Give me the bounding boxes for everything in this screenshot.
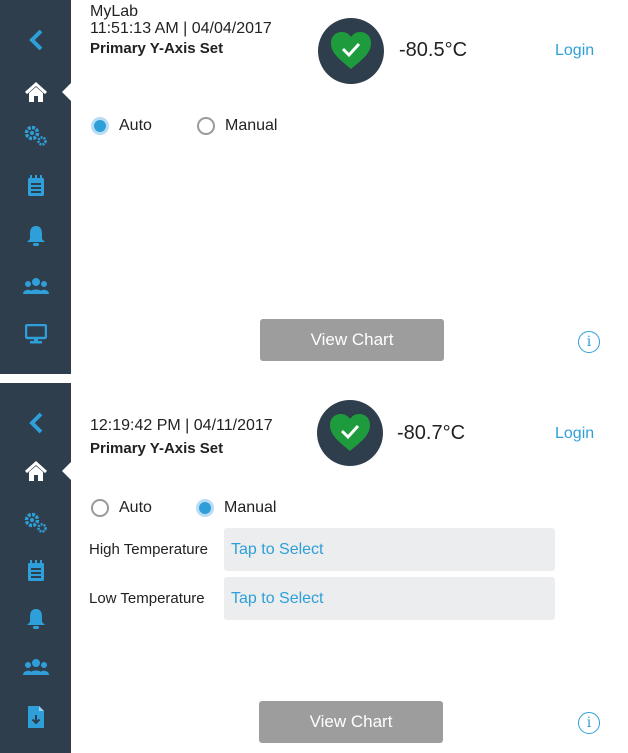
- users-icon[interactable]: [0, 647, 71, 687]
- radio-manual-dot: [196, 499, 214, 517]
- screen-manual-mode: 12:19:42 PM | 04/11/2017 Primary Y-Axis …: [0, 383, 628, 753]
- settings-gears-icon[interactable]: [0, 116, 71, 156]
- high-temperature-field[interactable]: Tap to Select: [224, 528, 555, 571]
- timestamp: 11:51:13 AM | 04/04/2017: [90, 20, 272, 37]
- home-icon[interactable]: [0, 72, 71, 112]
- export-file-icon[interactable]: [0, 697, 71, 737]
- login-link[interactable]: Login: [555, 425, 594, 443]
- alarm-bell-icon[interactable]: [0, 599, 71, 639]
- axis-set-title: Primary Y-Axis Set: [90, 440, 224, 457]
- view-chart-button[interactable]: View Chart: [259, 701, 443, 743]
- status-indicator: [318, 18, 384, 84]
- home-icon[interactable]: [0, 451, 71, 491]
- radio-auto[interactable]: Auto: [91, 117, 152, 135]
- radio-auto-dot: [91, 499, 109, 517]
- radio-manual-dot: [197, 117, 215, 135]
- low-temperature-label: Low Temperature: [89, 590, 205, 607]
- temperature-reading: -80.5°C: [399, 39, 468, 61]
- sidebar: [0, 0, 71, 374]
- back-icon[interactable]: [0, 20, 71, 60]
- alarm-bell-icon[interactable]: [0, 216, 71, 256]
- users-icon[interactable]: [0, 266, 71, 306]
- lab-name: MyLab: [90, 3, 139, 20]
- low-temperature-field[interactable]: Tap to Select: [224, 577, 555, 620]
- radio-manual-label: Manual: [225, 117, 278, 134]
- radio-manual[interactable]: Manual: [196, 499, 276, 517]
- notes-icon[interactable]: [0, 166, 71, 206]
- login-link[interactable]: Login: [555, 42, 594, 60]
- heart-check-icon: [330, 414, 370, 451]
- radio-auto-label: Auto: [119, 499, 152, 516]
- divider: [0, 374, 628, 383]
- temperature-reading: -80.7°C: [397, 422, 466, 444]
- settings-gears-icon[interactable]: [0, 503, 71, 543]
- high-temperature-label: High Temperature: [89, 541, 208, 558]
- radio-auto[interactable]: Auto: [91, 499, 152, 517]
- heart-check-icon: [331, 32, 371, 69]
- active-indicator: [62, 83, 71, 101]
- screen-auto-mode: MyLab 11:51:13 AM | 04/04/2017 Primary Y…: [0, 0, 628, 374]
- notes-icon[interactable]: [0, 551, 71, 591]
- radio-auto-label: Auto: [119, 117, 152, 134]
- radio-auto-dot: [91, 117, 109, 135]
- radio-manual-label: Manual: [224, 499, 277, 516]
- back-icon[interactable]: [0, 403, 71, 443]
- radio-manual[interactable]: Manual: [197, 117, 277, 135]
- info-icon[interactable]: i: [578, 331, 600, 353]
- monitor-icon[interactable]: [0, 314, 71, 354]
- timestamp: 12:19:42 PM | 04/11/2017: [90, 417, 273, 434]
- sidebar: [0, 383, 71, 753]
- view-chart-button[interactable]: View Chart: [260, 319, 444, 361]
- active-indicator: [62, 462, 71, 480]
- info-icon[interactable]: i: [578, 712, 600, 734]
- axis-set-title: Primary Y-Axis Set: [90, 40, 224, 57]
- status-indicator: [317, 400, 383, 466]
